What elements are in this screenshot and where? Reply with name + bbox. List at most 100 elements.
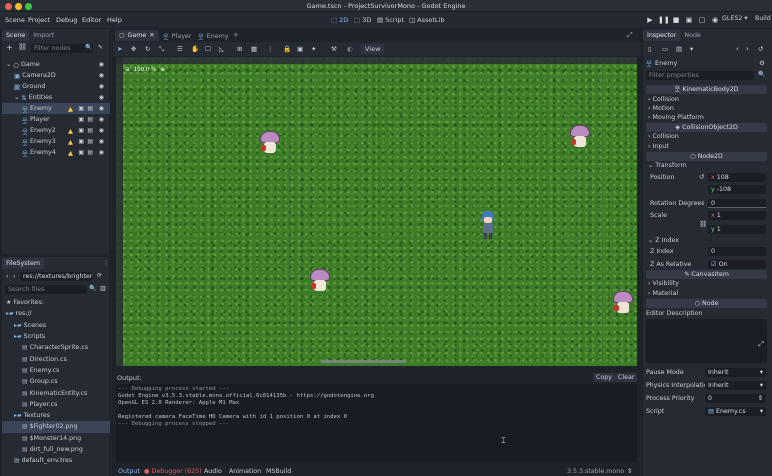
history-icon[interactable]: ↺ (758, 45, 763, 53)
pan-tool-icon[interactable]: ☐ (205, 45, 211, 53)
play-icon[interactable]: ▶ (645, 15, 655, 25)
refresh-icon[interactable]: ⟳ (97, 272, 102, 279)
search-files-input[interactable]: Search files (5, 285, 87, 294)
physics-interpolation-select[interactable]: Inherit ▾ (705, 381, 766, 390)
pivot-tool-icon[interactable]: ✋ (191, 45, 199, 53)
movie-icon[interactable]: ◉ (710, 15, 720, 25)
filter-properties-input[interactable]: Filter properties (646, 71, 754, 80)
clear-button[interactable]: Clear (615, 373, 638, 382)
filesystem-item[interactable]: ▸▰ Scripts (2, 331, 110, 342)
menu-scene[interactable]: Scene (5, 16, 25, 24)
resource-menu-icon[interactable]: ▾ (690, 45, 693, 53)
workspace-script-button[interactable]: ▤ Script (374, 15, 407, 25)
filesystem-item[interactable]: ▸▰ Textures (2, 410, 110, 421)
camera-override-icon[interactable]: ◐ (347, 45, 353, 53)
split-view-icon[interactable]: ▥ (100, 285, 106, 292)
tab-scene[interactable]: Scene (2, 30, 30, 41)
expand-icon[interactable]: ⤢ (758, 340, 764, 349)
script-icon[interactable]: ▤ (87, 138, 93, 145)
revert-icon[interactable]: ↺ (699, 173, 704, 181)
category-z-index[interactable]: ⌄ Z Index (648, 237, 772, 247)
filter-nodes-input[interactable]: Filter nodes (31, 44, 93, 53)
filesystem-item[interactable]: ▤ KinematicEntity.cs (2, 387, 110, 398)
enemy-sprite[interactable] (260, 131, 280, 157)
group-icon[interactable]: ▣ (297, 45, 303, 53)
workspace-3d-button[interactable]: ⬚ 3D (351, 15, 374, 25)
collapse-arrow-icon[interactable]: ⌄ (6, 61, 11, 68)
pause-icon[interactable]: ❚❚ (658, 15, 670, 25)
forward-arrow-icon[interactable]: › (13, 272, 16, 280)
expand-panel-icon[interactable]: ⇕ (627, 468, 632, 475)
filesystem-item[interactable]: ▤ dirt_full_new.png (2, 444, 110, 455)
lock-icon[interactable]: 🔒 (283, 45, 291, 53)
menu-project[interactable]: Project (28, 16, 50, 24)
inspected-node[interactable]: 웃 Enemy ⚙ (646, 58, 767, 68)
visibility-eye-icon[interactable]: ◉ (99, 127, 104, 134)
smart-snap-icon[interactable]: ⊞ (237, 45, 242, 53)
object-menu-icon[interactable]: ⚙ (759, 59, 765, 67)
z-index-field[interactable]: 0 (708, 247, 766, 256)
attach-script-icon[interactable]: ✎ (98, 44, 103, 51)
tab-inspector[interactable]: Inspector (643, 30, 681, 41)
zoom-out-icon[interactable]: ⊖ (125, 67, 130, 73)
script-icon[interactable]: ▤ (87, 127, 93, 134)
filesystem-item[interactable]: ▤ Enemy.cs (2, 365, 110, 376)
view-menu-button[interactable]: View (361, 44, 385, 54)
scene-tree-row[interactable]: ⌄ ⇅ Entities ◉ (2, 92, 110, 103)
process-priority-field[interactable]: 0 ⇕ (705, 394, 766, 403)
move-tool-icon[interactable]: ✥ (131, 45, 136, 53)
ruler-tool-icon[interactable]: ◺ (219, 45, 224, 53)
warning-icon[interactable]: ▲ (68, 105, 73, 113)
scene-tree-row[interactable]: ▦ Ground ◉ (2, 81, 110, 92)
script-icon[interactable]: ▤ (87, 149, 93, 156)
scale-x-field[interactable]: x 1 (708, 211, 766, 220)
filesystem-item[interactable]: ▤ Direction.cs (2, 354, 110, 365)
save-icon[interactable]: ▤ (676, 45, 682, 53)
enemy2-sprite[interactable] (570, 125, 590, 151)
enemy3-sprite[interactable] (310, 269, 330, 295)
rotation-slider[interactable] (708, 207, 766, 208)
position-x-field[interactable]: x 108 (708, 173, 766, 182)
bottom-tab-debugger[interactable]: ● Debugger (625) (144, 468, 202, 475)
menu-help[interactable]: Help (107, 16, 122, 24)
visibility-eye-icon[interactable]: ◉ (99, 83, 104, 90)
history-back-icon[interactable]: ‹ (736, 45, 739, 53)
scene-tree-row[interactable]: 웃 Enemy ▲ ▣ ▤ ◉ (2, 103, 110, 114)
filesystem-item[interactable]: ▤ Player.cs (2, 399, 110, 410)
visibility-eye-icon[interactable]: ◉ (99, 149, 104, 156)
z-relative-checkbox[interactable]: ☑ On (708, 260, 766, 269)
renderer-select[interactable]: GLES2 ▾ (722, 15, 748, 22)
workspace-2d-button[interactable]: ⬚ 2D (328, 15, 351, 25)
scene-tab-game[interactable]: ○ Game ✕ (115, 30, 159, 41)
filesystem-item[interactable]: ▸▰ res:// (2, 308, 110, 319)
play-custom-scene-icon[interactable]: ▢ (697, 15, 707, 25)
link-icon[interactable]: ⛓ (18, 43, 27, 51)
enemy4-sprite[interactable] (613, 291, 633, 317)
history-forward-icon[interactable]: › (746, 45, 749, 53)
open-scene-icon[interactable]: ▣ (78, 116, 84, 123)
visibility-eye-icon[interactable]: ◉ (99, 72, 104, 79)
bottom-tab-animation[interactable]: Animation (229, 468, 261, 475)
link-icon[interactable]: ⛓ (699, 220, 707, 228)
rotate-tool-icon[interactable]: ↻ (145, 45, 150, 53)
visibility-eye-icon[interactable]: ◉ (99, 94, 104, 101)
copy-button[interactable]: Copy (593, 373, 615, 382)
visibility-eye-icon[interactable]: ◉ (99, 61, 104, 68)
category-transform[interactable]: ⌄ Transform (648, 162, 772, 172)
player-sprite[interactable] (480, 211, 496, 241)
warning-icon[interactable]: ▲ (68, 127, 73, 135)
zoom-level-label[interactable]: 100.0 % (134, 67, 157, 73)
play-scene-icon[interactable]: ▣ (684, 15, 694, 25)
stop-icon[interactable]: ■ (671, 15, 681, 25)
open-scene-icon[interactable]: ▣ (78, 138, 84, 145)
list-select-icon[interactable]: ☰ (177, 45, 183, 53)
horizontal-scrollbar[interactable] (321, 360, 406, 363)
zoom-in-icon[interactable]: ⊕ (160, 67, 165, 73)
skeleton-icon[interactable]: ✦ (311, 45, 316, 53)
build-button[interactable]: Build (755, 15, 771, 22)
scene-tree-row[interactable]: 웃 Enemy2 ▲ ▣ ▤ ◉ (2, 125, 110, 136)
filesystem-item[interactable]: ▤ $Monster14.png (2, 433, 110, 444)
script-icon[interactable]: ▤ (87, 116, 93, 123)
snap-options-icon[interactable]: ⋮ (267, 45, 274, 53)
script-resource-field[interactable]: ▤ Enemy.cs ▾ (705, 407, 766, 416)
